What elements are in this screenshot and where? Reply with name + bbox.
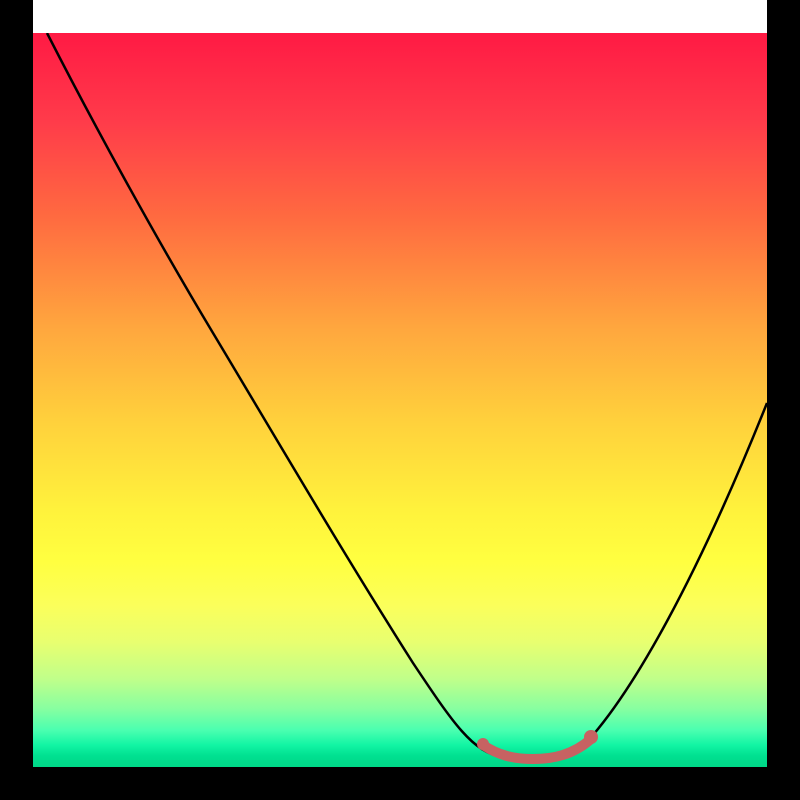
- frame-top-left-corner: [0, 0, 33, 33]
- plot-area: [33, 33, 767, 767]
- curve-group: [47, 33, 767, 759]
- chart-svg: [33, 33, 767, 767]
- optimal-start-dot: [477, 738, 489, 750]
- frame-left: [0, 0, 33, 800]
- frame-right: [767, 0, 800, 800]
- bottleneck-curve: [47, 33, 767, 758]
- optimal-end-dot: [584, 730, 598, 744]
- watermark-text: TheBottleneck.com: [587, 0, 790, 26]
- frame-bottom: [0, 767, 800, 800]
- chart-container: TheBottleneck.com: [0, 0, 800, 800]
- optimal-zone-marker: [483, 739, 591, 759]
